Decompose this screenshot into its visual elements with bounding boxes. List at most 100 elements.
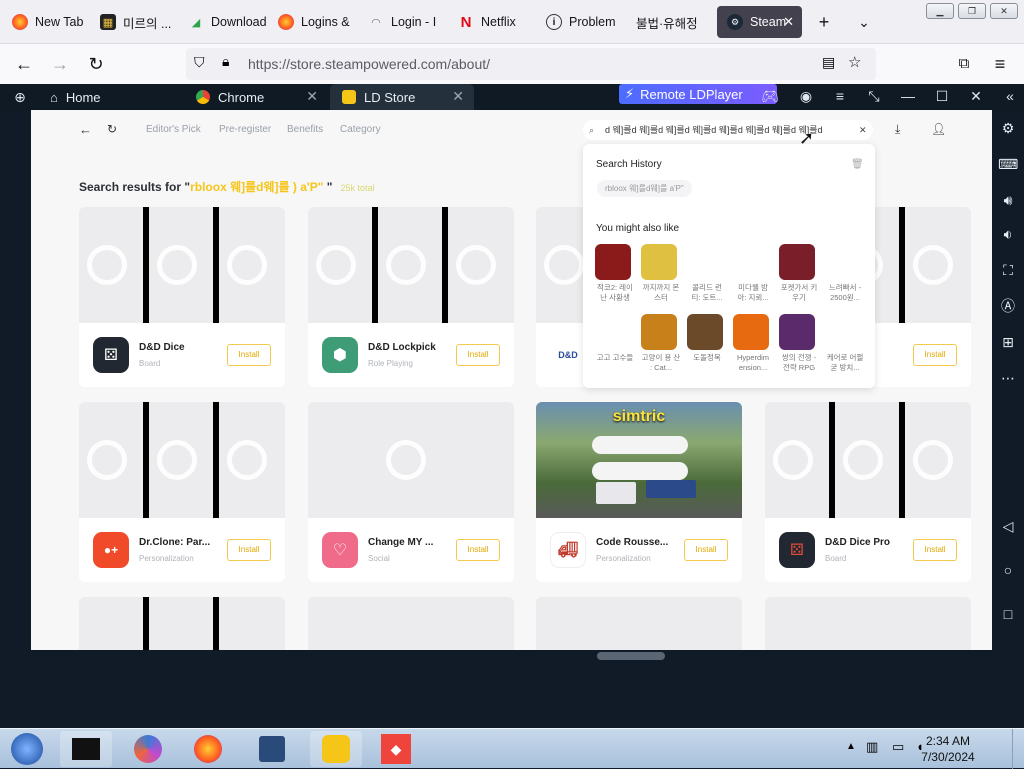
suggestion-item[interactable]: 쌍의 전쟁 - 전략 RPG [779, 314, 819, 373]
menu-icon[interactable]: ≡ [830, 86, 850, 106]
restore-window-button[interactable]: ❐ [958, 3, 986, 19]
taskbar-app-virtualbox[interactable] [246, 731, 298, 767]
ld-tab-home[interactable]: ⌂ Home [38, 84, 178, 110]
app-card[interactable] [308, 597, 514, 650]
install-button[interactable]: Install [227, 539, 271, 561]
new-tab-button[interactable]: + [812, 10, 836, 34]
app-card[interactable] [765, 597, 971, 650]
lock-icon[interactable]: 🔒︎ [222, 53, 229, 70]
gamepad-icon[interactable]: 🎮︎ [760, 86, 780, 106]
suggestion-item[interactable]: 까지까지 몬 스터 [641, 244, 681, 303]
taskbar-app-anydesk[interactable]: ◆ [370, 731, 422, 767]
android-home-icon[interactable]: ○ [998, 560, 1018, 580]
close-icon[interactable]: ✕ [966, 86, 986, 106]
suggestion-item[interactable]: 미다웰 밤 아: 지뢰... [733, 244, 773, 303]
back-arrow-icon[interactable]: ← [12, 52, 36, 76]
app-card[interactable]: ⚄ D&D Dice Pro Board Install [765, 402, 971, 582]
android-recents-icon[interactable]: □ [998, 604, 1018, 624]
close-window-button[interactable]: ✕ [990, 3, 1018, 19]
taskbar-app-browser[interactable] [122, 731, 174, 767]
list-tabs-button[interactable]: ⌄ [852, 10, 876, 34]
suggestion-item[interactable]: 고양이 용 산 : Cat... [641, 314, 681, 373]
suggestion-item[interactable]: 느려빠서 - 2500원... [825, 244, 865, 303]
fullscreen-icon[interactable]: ⛶ [998, 260, 1018, 280]
resize-icon[interactable]: ⤡ [864, 86, 884, 106]
app-card[interactable]: ♡ Change MY ... Social Install [308, 402, 514, 582]
monitor-icon[interactable]: ▭ [892, 739, 904, 755]
install-button[interactable]: Install [227, 344, 271, 366]
show-desktop-button[interactable] [1012, 729, 1024, 769]
reload-icon[interactable]: ↻ [84, 52, 108, 76]
download-icon[interactable]: ⤓ [895, 122, 900, 137]
system-clock[interactable]: 2:34 AM 7/30/2024 [918, 733, 978, 765]
app-card[interactable] [536, 597, 742, 650]
suggestion-item[interactable]: 케어로 어쩔 굳 방치... [825, 314, 865, 373]
clear-search-icon[interactable]: ✕ [859, 120, 867, 140]
install-button[interactable]: Install [913, 539, 957, 561]
taskbar-app-firefox[interactable] [182, 731, 234, 767]
search-history-item[interactable]: rbloox 웨]를d웨]를 a'P" [597, 180, 692, 197]
network-icon[interactable]: ▥ [866, 739, 878, 755]
nav-editors-pick[interactable]: Editor's Pick [146, 124, 201, 135]
settings-gear-icon[interactable]: ⚙ [998, 118, 1018, 138]
browser-tab-steam[interactable]: ⚙ Steam ✕ [717, 6, 802, 38]
close-tab-icon[interactable]: ✕ [306, 88, 318, 105]
search-input[interactable]: ⌕ d 웨]를d 웨]를d 웨]를d 웨]를d 웨]를d 웨]를d 웨]를d 웨… [583, 120, 873, 140]
browser-tab-logins[interactable]: Logins & [268, 6, 356, 38]
volume-down-icon[interactable]: 🔉︎ [998, 224, 1018, 244]
browser-tab-netflix[interactable]: N Netflix [448, 6, 536, 38]
trash-icon[interactable]: 🗑︎ [851, 159, 864, 170]
start-button[interactable] [2, 731, 52, 767]
shield-icon[interactable]: ⛉ [194, 54, 205, 71]
add-apk-icon[interactable]: ⊞ [998, 332, 1018, 352]
app-card[interactable]: ⚄ D&D Dice Board Install [79, 207, 285, 387]
app-card[interactable]: ●+ Dr.Clone: Par... Personalization Inst… [79, 402, 285, 582]
bookmark-star-icon[interactable]: ☆ [848, 53, 861, 71]
suggestion-item[interactable]: 적코2: 레이 난 사황생 [595, 244, 635, 303]
text-input-icon[interactable]: Ⓐ [998, 296, 1018, 316]
install-button[interactable]: Install [913, 344, 957, 366]
browser-tab-download[interactable]: ◢ Download [178, 6, 266, 38]
taskbar-app-ldplayer[interactable] [310, 731, 362, 767]
android-back-icon[interactable]: ◁ [998, 516, 1018, 536]
nav-category[interactable]: Category [340, 124, 381, 135]
address-bar[interactable]: ⛉ 🔒︎ https://store.steampowered.com/abou… [186, 48, 876, 80]
browser-tab-korean[interactable]: 불법·유해정 [626, 6, 714, 38]
install-button[interactable]: Install [456, 539, 500, 561]
suggestion-item[interactable]: 콜리드 런 티: 도트... [687, 244, 727, 303]
app-card[interactable]: simtric 🚚︎ Code Rousse... Personalizatio… [536, 402, 742, 582]
app-card[interactable] [79, 597, 285, 650]
remote-ldplayer-button[interactable]: ⚡ Remote LDPlayer [619, 84, 777, 104]
browser-tab-new-tab[interactable]: New Tab [2, 6, 90, 38]
reader-view-icon[interactable]: ▤ [822, 54, 835, 71]
suggestion-item[interactable]: 포켓가서 키 우기 [779, 244, 819, 303]
nav-pre-register[interactable]: Pre-register [219, 124, 271, 135]
ld-tab-chrome[interactable]: Chrome ✕ [184, 84, 328, 110]
maximize-icon[interactable]: ☐ [932, 86, 952, 106]
user-icon[interactable]: 👤︎ [931, 122, 946, 136]
show-hidden-icons[interactable]: ▲ [846, 741, 856, 752]
browser-tab-mireu[interactable]: ▦ 미르의 ... [90, 6, 178, 38]
back-arrow-icon[interactable]: ← [79, 122, 92, 137]
collapse-sidebar-icon[interactable]: « [1000, 86, 1020, 106]
suggestion-item[interactable]: Hyperdim ension... [733, 314, 773, 373]
ld-tab-ld-store[interactable]: LD Store ✕ [330, 84, 474, 110]
account-icon[interactable]: ◉ [796, 86, 816, 106]
install-button[interactable]: Install [684, 539, 728, 561]
forward-arrow-icon[interactable]: → [48, 52, 72, 76]
scroll-handle[interactable] [597, 652, 665, 660]
volume-up-icon[interactable]: 🔊︎ [998, 190, 1018, 210]
taskbar-app-cmd[interactable] [60, 731, 112, 767]
address-bar-url[interactable]: https://store.steampowered.com/about/ [248, 56, 490, 72]
browser-tab-login[interactable]: ◠ Login - I [358, 6, 446, 38]
install-button[interactable]: Install [456, 344, 500, 366]
minimize-icon[interactable]: — [898, 86, 918, 106]
close-tab-icon[interactable]: ✕ [452, 88, 464, 105]
keyboard-icon[interactable]: ⌨ [998, 154, 1018, 174]
nav-benefits[interactable]: Benefits [287, 124, 323, 135]
globe-icon[interactable]: ⊕ [10, 87, 30, 107]
minimize-window-button[interactable]: ▁ [926, 3, 954, 19]
menu-icon[interactable]: ≡ [988, 52, 1012, 76]
refresh-icon[interactable]: ↻ [107, 122, 117, 136]
suggestion-item[interactable]: 도돌정복 [687, 314, 727, 363]
